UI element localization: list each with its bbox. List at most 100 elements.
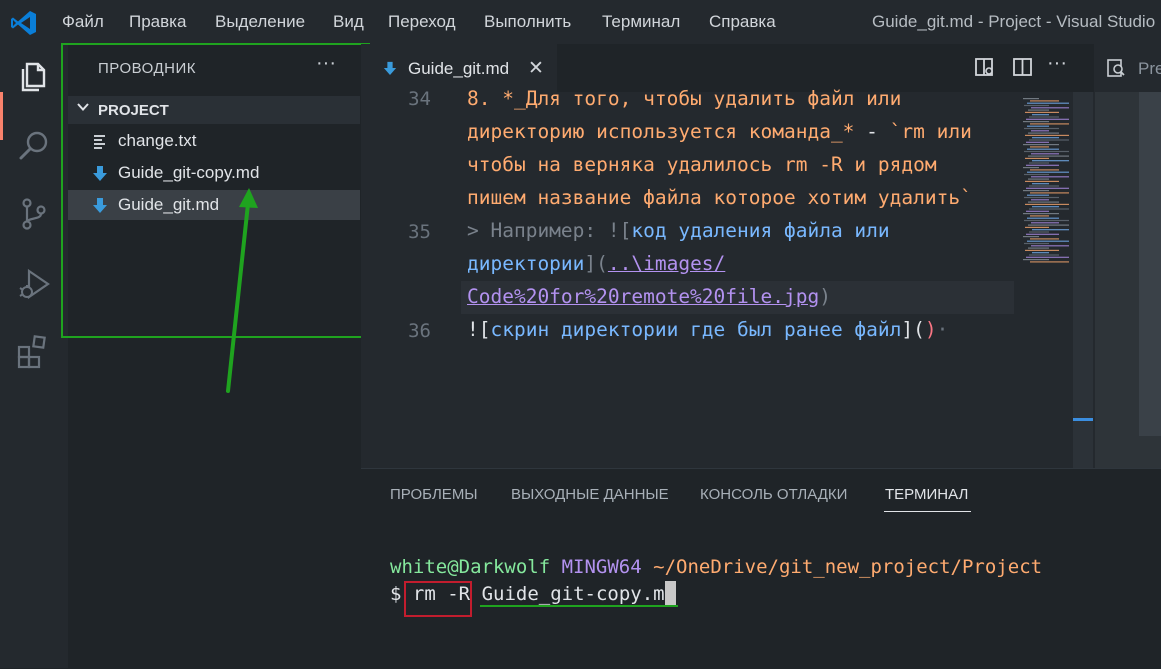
menu-run[interactable]: Выполнить [484, 12, 571, 32]
minimap-line [1031, 199, 1049, 201]
minimap-line [1030, 123, 1069, 125]
split-editor-icon[interactable] [1012, 56, 1034, 78]
files-icon[interactable] [14, 56, 54, 96]
minimap-line [1030, 146, 1049, 148]
minimap-line [1023, 190, 1049, 192]
code-line[interactable]: > Например: ![код удаления файла или [467, 219, 890, 242]
tab-output[interactable]: ВЫХОДНЫЕ ДАННЫЕ [511, 486, 669, 503]
code-token: чтобы на верняка удалилось rm -R и рядом [467, 153, 937, 176]
terminal-prompt-line: white@Darkwolf MINGW64 ~/OneDrive/git_ne… [390, 556, 1042, 578]
minimap-line [1027, 125, 1049, 127]
minimap-line [1029, 116, 1059, 118]
minimap-line [1023, 236, 1039, 238]
code-token: директории [467, 252, 585, 275]
minimap-line [1027, 171, 1069, 173]
search-icon[interactable] [14, 126, 54, 166]
code-token: скрин директории где был ранее файл [490, 318, 902, 341]
code-line[interactable]: ![скрин директории где был ранее файл]()… [467, 318, 948, 341]
tab-preview[interactable]: Pre [1094, 44, 1161, 92]
minimap-line [1023, 98, 1039, 100]
minimap-line [1025, 249, 1059, 251]
code-token: - [866, 120, 890, 143]
minimap-line [1030, 192, 1069, 194]
minimap-line [1031, 107, 1069, 109]
menu-go[interactable]: Переход [388, 12, 456, 32]
minimap-line [1027, 217, 1059, 219]
markdown-file-icon [383, 61, 397, 75]
open-preview-icon[interactable] [974, 56, 996, 78]
minimap-line [1032, 160, 1069, 162]
line-number: 36 [408, 320, 431, 342]
menu-selection[interactable]: Выделение [215, 12, 305, 32]
editor-area: Guide_git.md ✕ ··· Pre 34 35 36 8. *_Для… [361, 44, 1161, 468]
minimap-line [1032, 114, 1049, 116]
close-icon[interactable]: ✕ [528, 57, 544, 80]
menu-help[interactable]: Справка [709, 12, 776, 32]
minimap-line [1032, 252, 1049, 254]
code-token: код удаления файла или [631, 219, 890, 242]
minimap-line [1031, 245, 1069, 247]
title-bar: Файл Правка Выделение Вид Переход Выполн… [0, 0, 1161, 44]
code-token: 8. *_Для того, чтобы удалить файл или [467, 87, 902, 110]
minimap-line [1024, 104, 1049, 107]
preview-scrollbar[interactable] [1139, 92, 1161, 436]
minimap-line [1028, 201, 1059, 203]
extensions-icon[interactable] [14, 332, 54, 372]
active-indicator [0, 92, 3, 140]
code-line[interactable]: 8. *_Для того, чтобы удалить файл или [467, 87, 901, 110]
minimap-line [1025, 180, 1059, 182]
code-token: директорию используется команда_* [467, 120, 867, 143]
minimap-line [1031, 130, 1049, 132]
tab-terminal[interactable]: ТЕРМИНАЛ [885, 486, 968, 503]
minimap-line [1027, 148, 1059, 150]
code-token: ) [924, 318, 937, 341]
more-actions-button[interactable]: ··· [1047, 52, 1067, 75]
menu-view[interactable]: Вид [333, 12, 364, 32]
code-line[interactable]: Code%20for%20remote%20file.jpg) [467, 285, 831, 308]
minimap-line [1024, 150, 1069, 153]
minimap-line [1024, 173, 1049, 176]
code-token: `rm или [889, 120, 972, 143]
minimap-line [1025, 157, 1049, 159]
menu-terminal[interactable]: Терминал [602, 12, 680, 32]
minimap-line [1024, 242, 1049, 245]
tab-debug-console[interactable]: КОНСОЛЬ ОТЛАДКИ [700, 486, 847, 503]
minimap-line [1026, 141, 1049, 143]
terminal-path: ~/OneDrive/git_new_project/Project [653, 556, 1043, 578]
tab-label: Guide_git.md [408, 59, 510, 78]
activity-bar [0, 44, 68, 668]
minimap-line [1032, 206, 1059, 208]
code-token: ) [819, 285, 831, 308]
vscode-logo-icon [11, 11, 36, 35]
minimap-line [1024, 219, 1069, 222]
menu-edit[interactable]: Правка [129, 12, 186, 32]
run-debug-icon[interactable] [14, 264, 54, 304]
terminal-user: white@Darkwolf [390, 556, 551, 578]
minimap-line [1024, 127, 1059, 130]
scrollbar-marker [1073, 418, 1093, 421]
minimap-line [1028, 132, 1059, 134]
minimap-line [1030, 169, 1059, 171]
tab-guide-git[interactable]: Guide_git.md ✕ [361, 44, 557, 92]
code-line[interactable]: чтобы на верняка удалилось rm -R и рядом [467, 153, 937, 176]
code-token: Code%20for%20remote%20file.jpg [467, 285, 820, 308]
code-line[interactable]: пишем название файла которое хотим удали… [467, 186, 972, 209]
minimap-line [1032, 183, 1049, 185]
minimap-line [1030, 100, 1059, 102]
minimap-line [1023, 121, 1049, 123]
minimap-line [1029, 162, 1049, 164]
minimap[interactable] [1019, 94, 1079, 270]
tab-label: Pre [1138, 59, 1161, 78]
minimap-line [1032, 229, 1069, 231]
code-line[interactable]: директории](..\images/ [467, 252, 725, 275]
minimap-line [1031, 176, 1069, 178]
minimap-line [1025, 226, 1049, 228]
minimap-line [1023, 144, 1059, 146]
scrollbar[interactable] [1073, 92, 1093, 468]
code-line[interactable]: директорию используется команда_* - `rm … [467, 120, 972, 143]
tab-problems[interactable]: ПРОБЛЕМЫ [390, 486, 478, 503]
menu-file[interactable]: Файл [62, 12, 104, 32]
minimap-line [1026, 187, 1069, 189]
code-token: пишем название файла которое хотим удали… [467, 186, 972, 209]
source-control-icon[interactable] [14, 194, 54, 234]
